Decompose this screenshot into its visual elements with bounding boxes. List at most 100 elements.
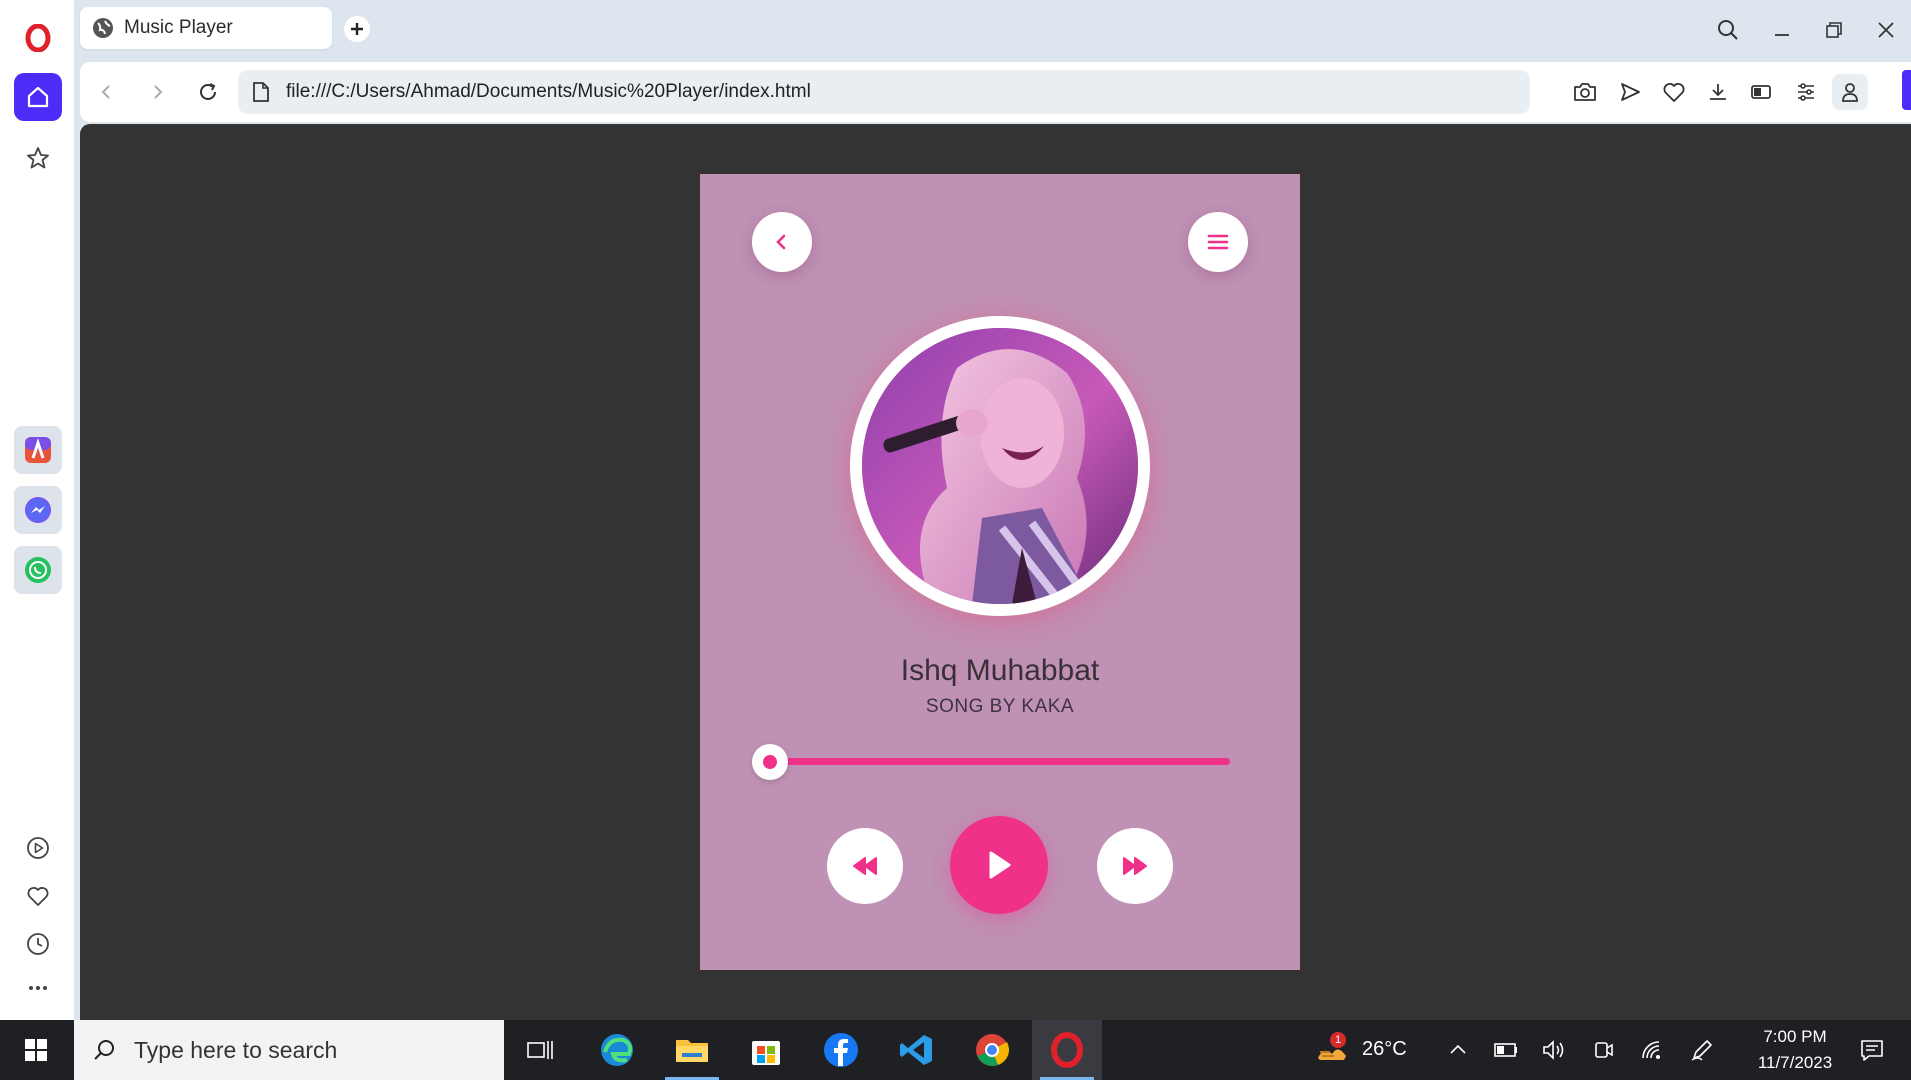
taskbar-chrome[interactable]: [957, 1020, 1027, 1080]
album-art: [850, 316, 1150, 616]
notification-icon: [1861, 1040, 1883, 1061]
settings-sliders-icon: [1798, 83, 1814, 101]
minimize-button[interactable]: [1766, 14, 1798, 46]
windows-taskbar: Type here to search 1 26°C 7:00 PM 11/7/…: [0, 1020, 1911, 1080]
meet-now-icon[interactable]: [1590, 1036, 1618, 1064]
menu-button[interactable]: [1188, 212, 1248, 272]
tab-search-button[interactable]: [1712, 14, 1744, 46]
tab-music-player[interactable]: Music Player: [80, 7, 332, 49]
sidebar-toggle-indicator[interactable]: [1902, 70, 1911, 110]
star-icon: [27, 147, 49, 169]
taskbar-search-placeholder: Type here to search: [134, 1036, 338, 1063]
taskbar-edge[interactable]: [582, 1020, 652, 1080]
facebook-icon: [824, 1033, 858, 1067]
minimize-icon: [1775, 34, 1789, 36]
chrome-icon: [976, 1034, 1010, 1067]
network-icon[interactable]: [1638, 1036, 1666, 1064]
task-view-icon: [527, 1041, 553, 1059]
song-title: Ishq Muhabbat: [900, 654, 1100, 687]
close-icon: [1878, 22, 1894, 38]
temperature-text[interactable]: 26°C: [1362, 1038, 1407, 1061]
send-icon: [1621, 83, 1640, 101]
user-icon: [1842, 83, 1858, 102]
fast-forward-button[interactable]: [1097, 828, 1173, 904]
vscode-icon: [900, 1035, 932, 1065]
taskbar-vscode[interactable]: [881, 1020, 951, 1080]
whatsapp-app-button[interactable]: [14, 546, 62, 594]
battery-saver-button[interactable]: [1746, 76, 1778, 108]
notifications-button[interactable]: [1858, 1036, 1886, 1064]
start-button[interactable]: [0, 1020, 72, 1080]
battery-tray-icon[interactable]: [1492, 1036, 1520, 1064]
whatsapp-icon: [25, 557, 51, 583]
downloads-button[interactable]: [1702, 76, 1734, 108]
taskbar-file-explorer[interactable]: [657, 1020, 727, 1080]
taskbar-store[interactable]: [731, 1020, 801, 1080]
restore-icon: [1826, 22, 1842, 38]
url-text: file:///C:/Users/Ahmad/Documents/Music%2…: [286, 81, 811, 102]
send-button[interactable]: [1614, 76, 1646, 108]
rewind-button[interactable]: [827, 828, 903, 904]
taskbar-search-box[interactable]: Type here to search: [74, 1020, 504, 1080]
back-button[interactable]: [90, 76, 122, 108]
show-hidden-icons-button[interactable]: [1444, 1036, 1472, 1064]
restore-button[interactable]: [1818, 14, 1850, 46]
taskbar-clock[interactable]: 7:00 PM 11/7/2023: [1730, 1024, 1860, 1076]
close-window-button[interactable]: [1870, 14, 1902, 46]
more-dots-icon: [29, 986, 47, 990]
bookmarks-sidebar-button[interactable]: [14, 872, 62, 920]
hamburger-menu-icon: [1207, 234, 1229, 250]
tab-title: Music Player: [124, 17, 233, 38]
weather-badge: 1: [1330, 1032, 1346, 1048]
snapshot-button[interactable]: [1569, 76, 1601, 108]
search-icon: [1718, 20, 1738, 40]
bookmark-button[interactable]: [1658, 76, 1690, 108]
home-icon: [27, 86, 49, 108]
messenger-app-button[interactable]: [14, 486, 62, 534]
volume-icon[interactable]: [1540, 1036, 1568, 1064]
clock-time: 7:00 PM: [1763, 1027, 1827, 1046]
home-button[interactable]: [14, 73, 62, 121]
taskbar-opera[interactable]: [1032, 1020, 1102, 1080]
browser-toolbar: file:///C:/Users/Ahmad/Documents/Music%2…: [80, 62, 1911, 122]
back-player-button[interactable]: [752, 212, 812, 272]
forward-button[interactable]: [142, 76, 174, 108]
battery-icon: [1751, 85, 1771, 99]
profile-button[interactable]: [1832, 74, 1868, 110]
clock-icon: [27, 933, 49, 955]
fast-forward-icon: [1123, 857, 1147, 875]
new-tab-button[interactable]: [344, 16, 370, 42]
folder-icon: [676, 1040, 708, 1062]
aria-app-button[interactable]: [14, 426, 62, 474]
singer-photo: [862, 328, 1138, 604]
tab-strip: Music Player: [74, 0, 1911, 60]
chevron-up-icon: [1450, 1044, 1466, 1054]
pen-workspace-icon[interactable]: [1688, 1036, 1716, 1064]
play-button[interactable]: [950, 816, 1048, 914]
plus-icon: [351, 23, 363, 35]
task-view-button[interactable]: [505, 1020, 575, 1080]
opera-logo-icon[interactable]: [14, 14, 62, 62]
progress-bar[interactable]: [770, 758, 1230, 765]
taskbar-facebook[interactable]: [806, 1020, 876, 1080]
store-icon: [752, 1041, 780, 1065]
reload-icon: [200, 83, 216, 100]
camera-icon: [1574, 83, 1596, 101]
chevron-left-icon: [101, 85, 110, 99]
heart-icon: [27, 887, 49, 906]
song-artist: SONG BY KAKA: [925, 696, 1075, 717]
music-player-card: Ishq Muhabbat SONG BY KAKA: [700, 174, 1300, 970]
chevron-left-icon: [776, 234, 786, 250]
play-icon: [989, 851, 1011, 879]
address-bar[interactable]: file:///C:/Users/Ahmad/Documents/Music%2…: [238, 70, 1530, 114]
rewind-icon: [853, 857, 877, 875]
search-icon: [94, 1040, 114, 1060]
more-sidebar-button[interactable]: [14, 964, 62, 1012]
reload-button[interactable]: [192, 76, 224, 108]
easy-setup-button[interactable]: [1790, 76, 1822, 108]
speed-dial-button[interactable]: [14, 134, 62, 182]
history-sidebar-button[interactable]: [14, 920, 62, 968]
player-sidebar-button[interactable]: [14, 824, 62, 872]
progress-thumb[interactable]: [752, 744, 788, 780]
opera-sidebar: [0, 0, 74, 1020]
